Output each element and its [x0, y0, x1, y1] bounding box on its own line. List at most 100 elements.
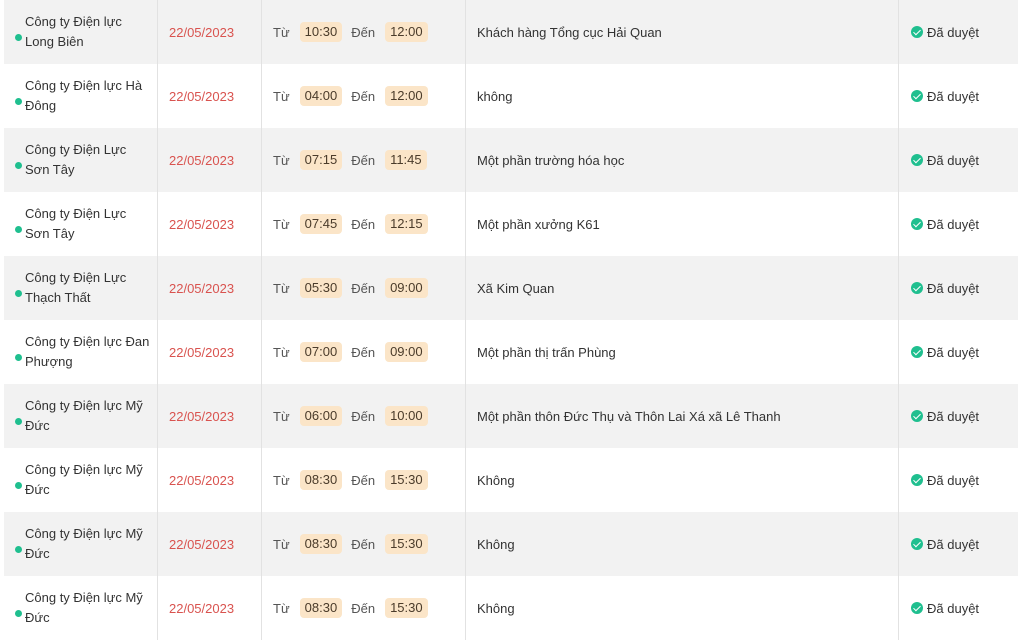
to-label: Đến	[351, 536, 376, 552]
from-label: Từ	[273, 280, 290, 296]
table-row: Công ty Điện lực Mỹ Đức 22/05/2023 Từ 08:…	[4, 512, 1018, 576]
time-cell: Từ 07:00 Đến 09:00	[262, 320, 466, 384]
table-row: Công ty Điện Lực Sơn Tây 22/05/2023 Từ 07…	[4, 192, 1018, 256]
to-label: Đến	[351, 280, 376, 296]
unit-cell: Công ty Điện lực Mỹ Đức	[4, 384, 158, 448]
to-label: Đến	[351, 472, 376, 488]
status-cell: Đã duyệt	[899, 512, 1018, 576]
date-cell: 22/05/2023	[158, 0, 262, 64]
check-circle-icon	[911, 90, 923, 102]
time-cell: Từ 07:45 Đến 12:15	[262, 192, 466, 256]
unit-name: Công ty Điện lực Đan Phượng	[25, 334, 150, 369]
to-time: 10:00	[385, 406, 428, 426]
status-cell: Đã duyệt	[899, 64, 1018, 128]
area-cell: Khách hàng Tổng cục Hải Quan	[466, 0, 899, 64]
time-cell: Từ 06:00 Đến 10:00	[262, 384, 466, 448]
check-circle-icon	[911, 474, 923, 486]
check-circle-icon	[911, 282, 923, 294]
check-circle-icon	[911, 538, 923, 550]
date-cell: 22/05/2023	[158, 384, 262, 448]
unit-cell: Công ty Điện lực Đan Phượng	[4, 320, 158, 384]
area-cell: Không	[466, 448, 899, 512]
to-label: Đến	[351, 24, 376, 40]
to-time: 09:00	[385, 278, 428, 298]
to-time: 12:00	[385, 22, 428, 42]
status-dot	[15, 482, 22, 489]
to-time: 15:30	[385, 470, 428, 490]
unit-cell: Công ty Điện lực Mỹ Đức	[4, 448, 158, 512]
status-dot	[15, 226, 22, 233]
area-cell: Một phần thôn Đức Thụ và Thôn Lai Xá xã …	[466, 384, 899, 448]
to-time: 09:00	[385, 342, 428, 362]
from-label: Từ	[273, 600, 290, 616]
status-dot	[15, 546, 22, 553]
check-circle-icon	[911, 410, 923, 422]
time-cell: Từ 08:30 Đến 15:30	[262, 576, 466, 640]
table-row: Công ty Điện Lực Sơn Tây 22/05/2023 Từ 07…	[4, 128, 1018, 192]
from-label: Từ	[273, 408, 290, 424]
area-cell: Một phần trường hóa học	[466, 128, 899, 192]
check-circle-icon	[911, 154, 923, 166]
status-label: Đã duyệt	[927, 344, 980, 360]
from-time: 08:30	[299, 534, 343, 554]
time-cell: Từ 05:30 Đến 09:00	[262, 256, 466, 320]
from-time: 06:00	[299, 406, 343, 426]
status-dot	[15, 354, 22, 361]
from-time: 08:30	[299, 470, 343, 490]
unit-cell: Công ty Điện lực Mỹ Đức	[4, 512, 158, 576]
time-cell: Từ 07:15 Đến 11:45	[262, 128, 466, 192]
check-circle-icon	[911, 602, 923, 614]
from-label: Từ	[273, 472, 290, 488]
area-cell: không	[466, 64, 899, 128]
to-label: Đến	[351, 216, 376, 232]
unit-name: Công ty Điện lực Long Biên	[25, 14, 122, 49]
check-circle-icon	[911, 346, 923, 358]
unit-name: Công ty Điện lực Mỹ Đức	[25, 590, 143, 625]
time-cell: Từ 08:30 Đến 15:30	[262, 512, 466, 576]
date-cell: 22/05/2023	[158, 576, 262, 640]
unit-name: Công ty Điện Lực Sơn Tây	[25, 142, 127, 177]
from-label: Từ	[273, 152, 290, 168]
to-time: 15:30	[385, 534, 428, 554]
area-cell: Một phần xưởng K61	[466, 192, 899, 256]
unit-name: Công ty Điện Lực Thạch Thất	[25, 270, 127, 305]
status-cell: Đã duyệt	[899, 128, 1018, 192]
status-cell: Đã duyệt	[899, 0, 1018, 64]
from-time: 05:30	[299, 278, 343, 298]
from-time: 10:30	[299, 22, 343, 42]
date-cell: 22/05/2023	[158, 256, 262, 320]
status-dot	[15, 98, 22, 105]
to-label: Đến	[351, 600, 376, 616]
from-time: 08:30	[299, 598, 343, 618]
to-label: Đến	[351, 152, 376, 168]
from-time: 04:00	[299, 86, 343, 106]
date-cell: 22/05/2023	[158, 128, 262, 192]
table-row: Công ty Điện lực Mỹ Đức 22/05/2023 Từ 06:…	[4, 384, 1018, 448]
status-label: Đã duyệt	[927, 600, 980, 616]
time-cell: Từ 10:30 Đến 12:00	[262, 0, 466, 64]
from-label: Từ	[273, 536, 290, 552]
unit-name: Công ty Điện Lực Sơn Tây	[25, 206, 127, 241]
unit-name: Công ty Điện lực Mỹ Đức	[25, 526, 143, 561]
table-row: Công ty Điện lực Mỹ Đức 22/05/2023 Từ 08:…	[4, 448, 1018, 512]
status-label: Đã duyệt	[927, 408, 980, 424]
date-cell: 22/05/2023	[158, 64, 262, 128]
unit-cell: Công ty Điện lực Long Biên	[4, 0, 158, 64]
to-label: Đến	[351, 344, 376, 360]
table-row: Công ty Điện lực Đan Phượng 22/05/2023 T…	[4, 320, 1018, 384]
status-dot	[15, 418, 22, 425]
to-time: 12:15	[385, 214, 428, 234]
unit-cell: Công ty Điện Lực Sơn Tây	[4, 128, 158, 192]
status-cell: Đã duyệt	[899, 320, 1018, 384]
to-label: Đến	[351, 88, 376, 104]
unit-cell: Công ty Điện Lực Thạch Thất	[4, 256, 158, 320]
status-dot	[15, 162, 22, 169]
unit-name: Công ty Điện lực Hà Đông	[25, 78, 143, 113]
from-label: Từ	[273, 216, 290, 232]
status-dot	[15, 290, 22, 297]
date-cell: 22/05/2023	[158, 512, 262, 576]
to-label: Đến	[351, 408, 376, 424]
from-time: 07:15	[299, 150, 343, 170]
from-label: Từ	[273, 344, 290, 360]
status-cell: Đã duyệt	[899, 256, 1018, 320]
